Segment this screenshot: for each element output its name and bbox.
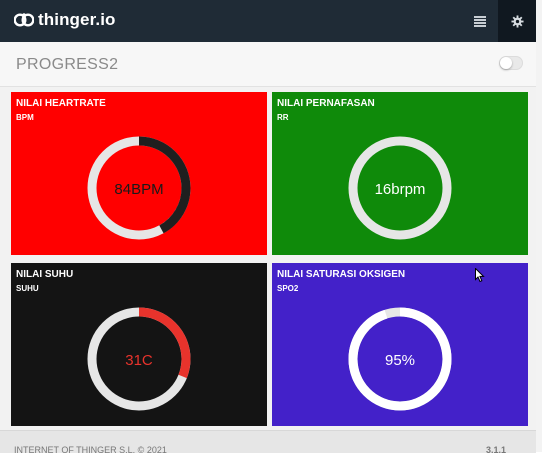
mouse-cursor-icon <box>475 267 485 288</box>
gauge-value: 95% <box>385 352 415 369</box>
widget-subtitle: RR <box>277 113 289 122</box>
widget-respiration[interactable]: NILAI PERNAFASAN RR 16brpm <box>272 92 528 255</box>
gauge-value: 31C <box>125 352 153 369</box>
widget-title: NILAI SATURASI OKSIGEN <box>277 269 406 280</box>
list-icon <box>474 15 486 27</box>
widget-temperature[interactable]: NILAI SUHU SUHU 31C <box>11 263 267 426</box>
widget-subtitle: BPM <box>16 113 34 122</box>
progress-gauge: 95% <box>348 307 452 411</box>
widget-subtitle: SUHU <box>16 284 39 293</box>
progress-gauge: 31C <box>87 307 191 411</box>
gear-icon <box>510 14 524 28</box>
dashboard-header: PROGRESS2 <box>0 42 536 87</box>
widget-subtitle: SPO2 <box>277 284 299 293</box>
thinger-logo-icon <box>14 13 34 27</box>
widget-title: NILAI SUHU <box>16 269 74 280</box>
dashboard-grid: NILAI HEARTRATE BPM 84BPM NILAI PERNAFAS… <box>0 87 536 430</box>
widget-title: NILAI PERNAFASAN <box>277 98 375 109</box>
top-navbar: thinger.io <box>0 0 536 42</box>
brand-logo[interactable]: thinger.io <box>14 10 116 30</box>
progress-gauge: 84BPM <box>87 136 191 240</box>
dashboard-toggle[interactable] <box>499 56 523 70</box>
page-title: PROGRESS2 <box>16 56 119 73</box>
copyright-text: INTERNET OF THINGER S.L. © 2021 <box>14 445 167 455</box>
brand-name: thinger.io <box>38 10 116 29</box>
gauge-value: 16brpm <box>375 181 426 198</box>
gauge-value: 84BPM <box>114 181 163 198</box>
menu-button[interactable] <box>462 0 498 42</box>
version-text: 3.1.1 <box>486 445 507 455</box>
toggle-knob <box>500 57 512 69</box>
widget-heartrate[interactable]: NILAI HEARTRATE BPM 84BPM <box>11 92 267 255</box>
progress-gauge: 16brpm <box>348 136 452 240</box>
scrollbar-track[interactable] <box>536 0 542 452</box>
widget-oxygen-saturation[interactable]: NILAI SATURASI OKSIGEN SPO2 95% <box>272 263 528 426</box>
page-footer: INTERNET OF THINGER S.L. © 2021 3.1.1 <box>0 430 536 455</box>
settings-button[interactable] <box>498 0 536 42</box>
widget-title: NILAI HEARTRATE <box>16 98 106 109</box>
